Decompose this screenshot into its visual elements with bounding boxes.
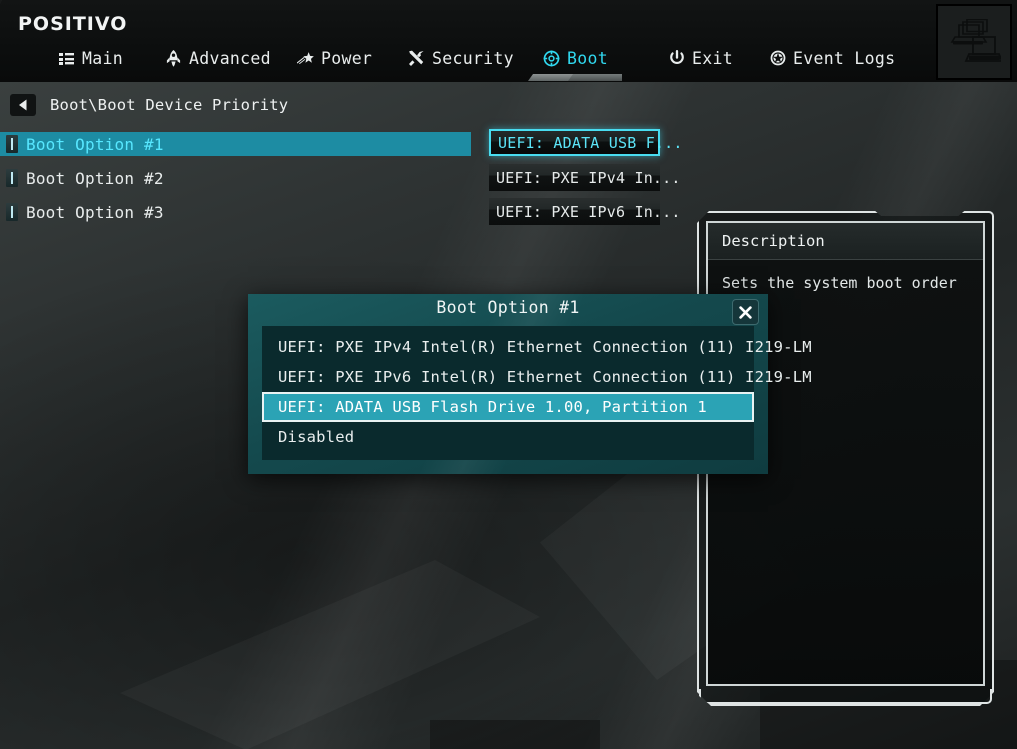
star-icon bbox=[297, 50, 314, 67]
tab-event-logs[interactable]: Event Logs bbox=[769, 44, 895, 72]
dialog-option-list: UEFI: PXE IPv4 Intel(R) Ethernet Connect… bbox=[262, 326, 812, 460]
option-value-text: UEFI: ADATA USB F... bbox=[498, 133, 683, 152]
header-bar: POSITIVO Main Advanced Power Security Bo… bbox=[0, 0, 1017, 82]
dialog-list-item-adata-usb[interactable]: UEFI: ADATA USB Flash Drive 1.00, Partit… bbox=[262, 392, 754, 422]
option-label: Boot Option #3 bbox=[26, 202, 164, 222]
option-value-text: UEFI: PXE IPv4 In... bbox=[496, 168, 681, 187]
description-title-bar: Description bbox=[708, 223, 983, 260]
tab-boot-label: Boot bbox=[567, 48, 608, 68]
option-label: Boot Option #2 bbox=[26, 168, 164, 188]
list-marker-icon bbox=[6, 135, 18, 153]
breadcrumb: Boot\Boot Device Priority bbox=[0, 88, 1017, 121]
main-menu: Main Advanced Power Security Boot Exit E… bbox=[0, 44, 1017, 78]
tab-exit[interactable]: Exit bbox=[668, 44, 733, 72]
close-icon[interactable] bbox=[732, 299, 759, 325]
dialog-list-item-label: Disabled bbox=[278, 428, 355, 446]
breadcrumb-path: Boot\Boot Device Priority bbox=[50, 95, 289, 114]
rocket-icon bbox=[165, 49, 182, 67]
tab-main-label: Main bbox=[82, 48, 123, 68]
dialog-list-item-pxe-ipv6[interactable]: UEFI: PXE IPv6 Intel(R) Ethernet Connect… bbox=[262, 362, 812, 392]
option-value-boot-option-2[interactable]: UEFI: PXE IPv4 In... bbox=[489, 164, 680, 191]
option-row-boot-option-1[interactable]: Boot Option #1 bbox=[0, 132, 471, 156]
description-text: Sets the system boot order bbox=[722, 274, 957, 292]
list-icon bbox=[58, 50, 75, 67]
option-label: Boot Option #1 bbox=[26, 134, 164, 154]
active-tab-indicator-segment bbox=[568, 74, 622, 81]
target-icon bbox=[543, 50, 560, 67]
tab-advanced[interactable]: Advanced bbox=[165, 44, 271, 72]
tab-power[interactable]: Power bbox=[297, 44, 372, 72]
back-arrow-icon[interactable] bbox=[10, 93, 36, 116]
computers-icon bbox=[936, 4, 1012, 80]
list-marker-icon bbox=[6, 169, 18, 187]
brand-logo: POSITIVO bbox=[18, 13, 128, 35]
dialog-list-item-pxe-ipv4[interactable]: UEFI: PXE IPv4 Intel(R) Ethernet Connect… bbox=[262, 332, 812, 362]
dialog-list-item-label: UEFI: PXE IPv4 Intel(R) Ethernet Connect… bbox=[278, 338, 812, 356]
power-icon bbox=[668, 50, 685, 67]
tab-main[interactable]: Main bbox=[58, 44, 123, 72]
dialog-title: Boot Option #1 bbox=[436, 298, 580, 317]
badge-icon bbox=[769, 50, 786, 67]
description-title: Description bbox=[722, 232, 825, 250]
option-row-boot-option-3[interactable]: Boot Option #3 bbox=[0, 200, 471, 224]
tab-event-logs-label: Event Logs bbox=[793, 48, 896, 68]
option-row-boot-option-2[interactable]: Boot Option #2 bbox=[0, 166, 471, 190]
tab-power-label: Power bbox=[321, 48, 373, 68]
bios-setup-screen: POSITIVO Main Advanced Power Security Bo… bbox=[0, 0, 1017, 749]
tab-advanced-label: Advanced bbox=[189, 48, 271, 68]
tab-security-label: Security bbox=[432, 48, 514, 68]
boot-option-dialog: Boot Option #1 UEFI: PXE IPv4 Intel(R) E… bbox=[248, 294, 812, 474]
dialog-list-item-disabled[interactable]: Disabled bbox=[262, 422, 754, 452]
option-value-text: UEFI: PXE IPv6 In... bbox=[496, 202, 681, 221]
dialog-list-item-label: UEFI: PXE IPv6 Intel(R) Ethernet Connect… bbox=[278, 368, 812, 386]
tools-icon bbox=[408, 50, 425, 67]
dialog-list-item-label: UEFI: ADATA USB Flash Drive 1.00, Partit… bbox=[278, 398, 707, 416]
option-value-boot-option-3[interactable]: UEFI: PXE IPv6 In... bbox=[489, 198, 680, 225]
tab-exit-label: Exit bbox=[692, 48, 733, 68]
tab-boot[interactable]: Boot bbox=[543, 44, 608, 72]
tab-security[interactable]: Security bbox=[408, 44, 514, 72]
option-value-boot-option-1[interactable]: UEFI: ADATA USB F... bbox=[489, 129, 682, 156]
list-marker-icon bbox=[6, 203, 18, 221]
